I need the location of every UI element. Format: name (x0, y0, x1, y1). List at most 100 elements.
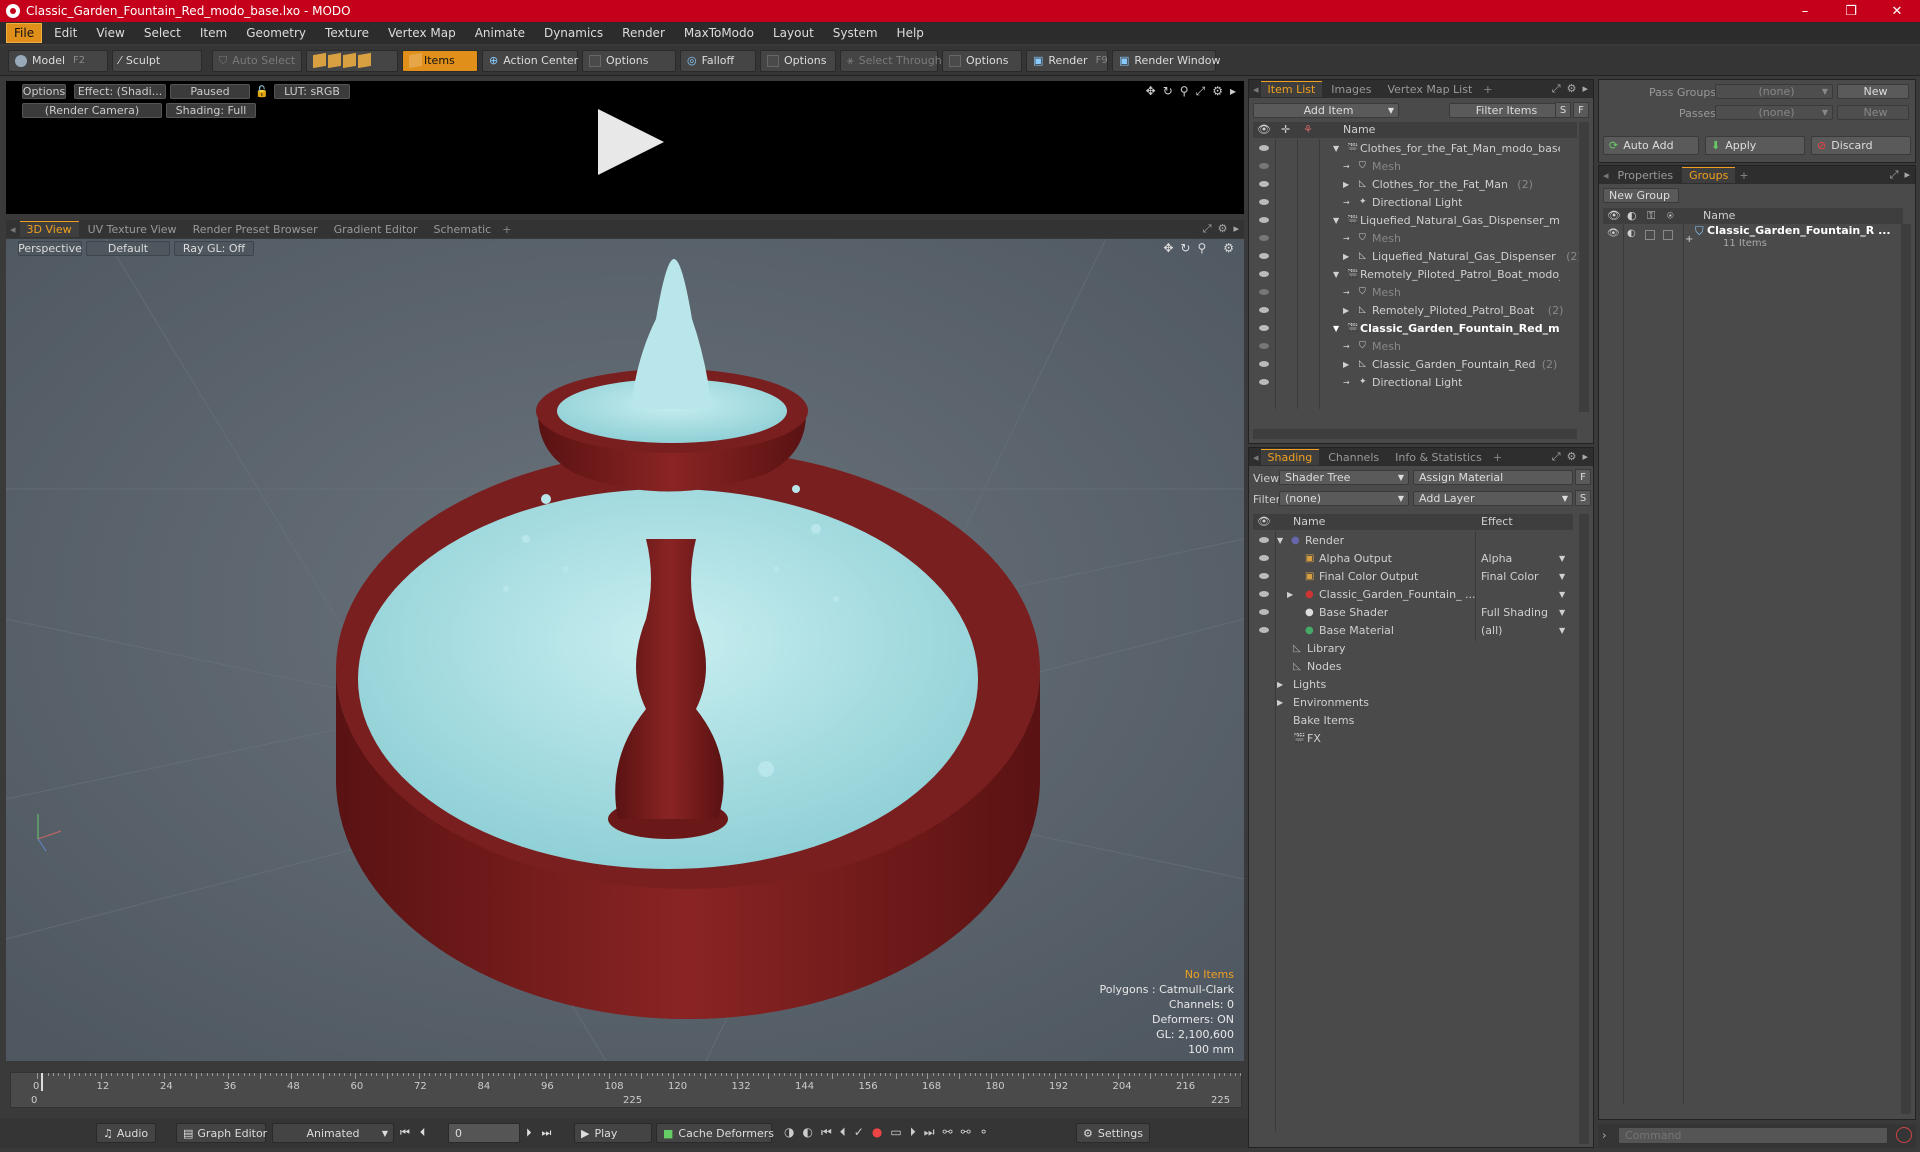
arrow-right-icon[interactable]: ▸ (1582, 450, 1588, 464)
expand-icon[interactable]: + (1685, 234, 1693, 245)
3d-viewport[interactable]: Perspective Default Ray GL: Off ✥ ↻ ⚲ ⚙ No … (6, 239, 1244, 1061)
groups-scrollbar[interactable] (1901, 224, 1911, 1114)
auto-add-button[interactable]: ⟳ Auto Add (1603, 136, 1699, 155)
item-list-row[interactable]: → ⛉ Mesh (1253, 283, 1577, 301)
maximize-icon[interactable]: ⤢ (1552, 450, 1561, 464)
add-item-dropdown[interactable]: Add Item ▼ (1253, 103, 1399, 118)
gear-icon[interactable]: ⚙ (1218, 222, 1228, 236)
visibility-eye-icon[interactable] (1259, 361, 1269, 367)
lock-checkbox[interactable] (1645, 230, 1655, 240)
shader-tree-row[interactable]: ▣ Final Color Output Final Color ▼ (1253, 567, 1573, 585)
visibility-eye-icon[interactable] (1259, 537, 1269, 543)
key-icon[interactable]: ⚯ (961, 1125, 971, 1140)
zoom-icon[interactable]: ⚲ (1180, 84, 1189, 99)
expand-icon[interactable]: → (1343, 342, 1350, 351)
passes-dropdown[interactable]: (none) ▼ (1715, 105, 1833, 120)
expand-icon[interactable]: ▶ (1277, 698, 1283, 707)
raygl-dropdown[interactable]: Ray GL: Off (174, 241, 254, 256)
new-group-button[interactable]: New Group (1603, 188, 1679, 203)
item-list-scrollbar[interactable] (1579, 122, 1589, 412)
arrow-right-icon[interactable]: ▸ (1582, 82, 1588, 96)
close-button[interactable]: ✕ (1874, 0, 1920, 22)
selection-mode-buttons[interactable] (306, 49, 398, 72)
chevron-down-icon[interactable]: ▼ (1559, 608, 1565, 617)
collapse-icon[interactable]: ▼ (1333, 270, 1339, 279)
effect-dropdown[interactable]: Final Color (1481, 570, 1539, 583)
audio-button[interactable]: ♫ Audio (96, 1123, 156, 1143)
render-window-button[interactable]: ▣ Render Window (1112, 49, 1220, 72)
new-pass-button[interactable]: New (1837, 105, 1909, 120)
tab-shading[interactable]: Shading (1260, 449, 1320, 465)
add-tab-icon[interactable]: + (1493, 451, 1502, 464)
collapse-icon[interactable]: ▼ (1277, 536, 1283, 545)
command-history-icon[interactable] (1896, 1127, 1912, 1143)
shader-tree-row[interactable]: ▶ Environments (1253, 693, 1573, 711)
menu-item[interactable]: Item (193, 24, 234, 42)
filter-dropdown[interactable]: (none) ▼ (1279, 491, 1409, 506)
expand-icon[interactable]: → (1343, 288, 1350, 297)
expand-icon[interactable]: → (1343, 234, 1350, 243)
select-through-options-button[interactable]: Options (942, 49, 1022, 72)
rotate-icon[interactable]: ↻ (1163, 84, 1173, 99)
menu-maxtomodo[interactable]: MaxToModo (677, 24, 761, 42)
shader-tree-row[interactable]: ◺ Nodes (1253, 657, 1573, 675)
cache-deformers-button[interactable]: ■ Cache Deformers (656, 1123, 774, 1143)
maximize-icon[interactable]: ⤢ (1203, 222, 1212, 236)
chevron-down-icon[interactable]: ▼ (1559, 572, 1565, 581)
chevron-down-icon[interactable]: ▼ (1559, 626, 1565, 635)
key-icon[interactable]: ⏭ (924, 1125, 935, 1140)
visibility-eye-icon[interactable] (1259, 307, 1269, 313)
collapse-icon[interactable]: ▼ (1333, 324, 1339, 333)
shader-tree-row[interactable]: ● Base Shader Full Shading ▼ (1253, 603, 1573, 621)
visibility-eye-icon[interactable] (1259, 253, 1269, 259)
visibility-eye-icon[interactable] (1259, 199, 1269, 205)
menu-geometry[interactable]: Geometry (239, 24, 313, 42)
tab-channels[interactable]: Channels (1321, 450, 1386, 465)
add-tab-icon[interactable]: + (1483, 83, 1492, 96)
items-mode-button[interactable]: Items (402, 49, 478, 72)
expand-icon[interactable]: ▶ (1343, 252, 1349, 261)
key-icon[interactable]: ⚯ (943, 1125, 953, 1140)
visibility-eye-icon[interactable]: 👁 (1607, 228, 1620, 239)
preview-effect-dropdown[interactable]: Effect: (Shadi... (74, 84, 166, 99)
graph-editor-button[interactable]: ▤ Graph Editor (176, 1123, 267, 1143)
preview-shading-dropdown[interactable]: Shading: Full (166, 103, 256, 118)
play-button[interactable]: ▶ Play (574, 1123, 652, 1143)
falloff-options-button[interactable]: Options (760, 49, 836, 72)
key-icon[interactable]: ⚬ (979, 1125, 989, 1140)
tab-info-statistics[interactable]: Info & Statistics (1388, 450, 1489, 465)
visibility-eye-icon[interactable] (1259, 289, 1269, 295)
item-list-row[interactable]: ▶ ◺ Classic_Garden_Fountain_Red (2) (1253, 355, 1577, 373)
expand-icon[interactable]: → (1343, 198, 1350, 207)
move-icon[interactable]: ✥ (1163, 241, 1173, 255)
item-list-row[interactable]: ▼ 🎬Clothes_for_the_Fat_Man_modo_base.lxo (1253, 139, 1577, 157)
menu-render[interactable]: Render (615, 24, 672, 42)
play-icon[interactable] (598, 109, 664, 175)
expand-icon[interactable]: ▶ (1343, 306, 1349, 315)
auto-select-button[interactable]: ⛉ Auto Select (212, 49, 302, 72)
preview-paused-button[interactable]: Paused (170, 84, 250, 99)
shader-tree-row[interactable]: ◺ Library (1253, 639, 1573, 657)
model-mode-button[interactable]: Model F2 (8, 49, 108, 72)
key-icon[interactable]: ◐ (802, 1125, 812, 1140)
item-list-row[interactable]: ▼ 🎬 Classic_Garden_Fountain_Red_mo... (1253, 319, 1577, 337)
tab-gradient-editor[interactable]: Gradient Editor (327, 222, 425, 237)
visibility-eye-icon[interactable] (1259, 609, 1269, 615)
key-icon[interactable]: ▭ (890, 1125, 901, 1140)
arrow-right-icon[interactable]: ▸ (1904, 168, 1910, 182)
expand-icon[interactable]: ▶ (1287, 590, 1293, 599)
shader-tree-row[interactable]: Bake Items (1253, 711, 1573, 729)
expand-icon[interactable]: → (1343, 162, 1350, 171)
preview-camera-dropdown[interactable]: (Render Camera) (22, 103, 162, 118)
first-frame-icon[interactable]: ⏮ (400, 1126, 410, 1140)
action-center-options-button[interactable]: Options (582, 49, 676, 72)
tab-3d-view[interactable]: 3D View (19, 221, 79, 237)
item-list-row[interactable]: → ✦ Directional Light (1253, 373, 1577, 391)
render-preview[interactable]: Options Effect: (Shadi... Paused 🔓 LUT: … (6, 81, 1244, 214)
visibility-eye-icon[interactable] (1259, 343, 1269, 349)
shader-tree-row[interactable]: 🎬 FX (1253, 729, 1573, 747)
visibility-eye-icon[interactable] (1259, 235, 1269, 241)
assign-material-input[interactable]: Assign Material (1413, 470, 1573, 485)
arrow-right-icon[interactable]: ▸ (1230, 84, 1236, 99)
gear-icon[interactable]: ⚙ (1567, 82, 1577, 96)
